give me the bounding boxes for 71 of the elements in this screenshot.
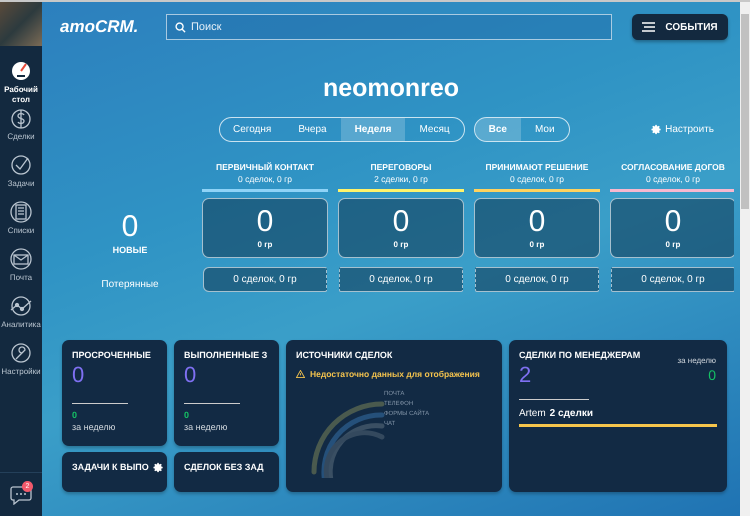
list-icon bbox=[8, 200, 33, 224]
dashboard-title: neomonreo bbox=[322, 74, 460, 103]
sidebar-item[interactable]: Рабочий стол bbox=[0, 59, 42, 103]
new-label: НОВЫЕ bbox=[112, 245, 148, 255]
card-title: СДЕЛОК БЕЗ ЗАД bbox=[184, 462, 264, 473]
stage-summary: 0 сделок, 0 гр bbox=[238, 174, 292, 184]
week-label: за неделю bbox=[72, 422, 116, 432]
stage-card[interactable]: 0 0 гр bbox=[202, 198, 328, 258]
search-field[interactable]: Поиск bbox=[166, 14, 612, 40]
sidebar-item[interactable]: Настройки bbox=[1, 341, 41, 385]
week-value: 0 bbox=[72, 410, 78, 420]
warning-icon bbox=[296, 370, 305, 378]
envelope-icon bbox=[9, 247, 33, 271]
owner-tab[interactable]: Мои bbox=[520, 118, 569, 141]
card-title: ЗАДАЧИ К ВЫПО bbox=[72, 462, 149, 473]
stage-summary: 2 сделки, 0 гр bbox=[374, 174, 428, 184]
events-button[interactable]: СОБЫТИЯ bbox=[632, 14, 728, 40]
week-value: 0 bbox=[184, 410, 190, 420]
sidebar-item[interactable]: Списки bbox=[8, 200, 34, 244]
search-icon bbox=[175, 22, 186, 33]
stage-card[interactable]: 0 0 гр bbox=[338, 198, 464, 258]
stage-amount: 0 гр bbox=[530, 240, 544, 249]
lost-deals[interactable]: 0 сделок, 0 гр bbox=[203, 267, 327, 292]
lost-deals[interactable]: 0 сделок, 0 гр bbox=[611, 267, 734, 292]
stage-card[interactable]: 0 0 гр bbox=[474, 198, 600, 258]
new-count: 0 bbox=[122, 212, 138, 242]
sidebar-item[interactable]: Сделки bbox=[7, 106, 35, 150]
stage-card[interactable]: 0 0 гр bbox=[610, 198, 734, 258]
lost-label: Потерянные bbox=[101, 279, 159, 290]
week-value: 0 bbox=[707, 367, 716, 383]
stage-count: 0 bbox=[528, 207, 546, 237]
period-tab[interactable]: Сегодня bbox=[220, 118, 284, 141]
stage-count: 0 bbox=[664, 207, 682, 237]
card-value: 0 bbox=[72, 363, 84, 387]
speedometer-icon bbox=[9, 59, 33, 83]
stage-amount: 0 гр bbox=[666, 240, 680, 249]
sidebar-item[interactable]: Аналитика bbox=[1, 294, 41, 338]
manager-deals: 2 сделки bbox=[550, 408, 593, 419]
stage-name: СОГЛАСОВАНИЕ ДОГОВ bbox=[621, 162, 725, 172]
stage-amount: 0 гр bbox=[394, 240, 408, 249]
period-tab[interactable]: Месяц bbox=[405, 118, 464, 141]
card-title: ПРОСРОЧЕННЫЕ bbox=[72, 350, 151, 361]
stage-name: ПРИНИМАЮТ РЕШЕНИЕ bbox=[486, 162, 588, 172]
sidebar-item[interactable]: Почта bbox=[9, 247, 33, 291]
stage-amount: 0 гр bbox=[258, 240, 272, 249]
stage-summary: 0 сделок, 0 гр bbox=[510, 174, 564, 184]
stage-count: 0 bbox=[392, 207, 410, 237]
card-title: СДЕЛКИ ПО МЕНЕДЖЕРАМ bbox=[519, 350, 640, 361]
card-value: 2 bbox=[519, 363, 532, 387]
manager-name: Artem bbox=[519, 408, 546, 419]
menu-icon bbox=[642, 22, 656, 32]
sidebar-item[interactable]: Задачи bbox=[8, 153, 34, 197]
period-tab[interactable]: Вчера bbox=[284, 118, 341, 141]
card-value: 0 bbox=[184, 363, 196, 387]
lost-deals[interactable]: 0 сделок, 0 гр bbox=[475, 267, 599, 292]
chat-icon[interactable] bbox=[10, 484, 32, 504]
card-title: ИСТОЧНИКИ СДЕЛОК bbox=[296, 350, 392, 361]
logo[interactable]: amoCRM. bbox=[60, 16, 152, 38]
checkmark-icon bbox=[8, 153, 33, 177]
warning-text: Недостаточно данных для отображения bbox=[310, 369, 480, 379]
settings-icon[interactable] bbox=[152, 462, 164, 473]
week-label: за неделю bbox=[184, 422, 228, 432]
lost-deals[interactable]: 0 сделок, 0 гр bbox=[339, 267, 463, 292]
scrollbar[interactable] bbox=[740, 2, 750, 516]
stage-summary: 0 сделок, 0 гр bbox=[646, 174, 700, 184]
card-title: ВЫПОЛНЕННЫЕ З bbox=[184, 350, 268, 361]
stage-name: ПЕРЕГОВОРЫ bbox=[370, 162, 432, 172]
stage-count: 0 bbox=[256, 207, 274, 237]
stage-name: ПЕРВИЧНЫЙ КОНТАКТ bbox=[216, 162, 314, 172]
photo-placeholder[interactable] bbox=[0, 2, 42, 46]
week-label: за неделю bbox=[677, 356, 716, 365]
